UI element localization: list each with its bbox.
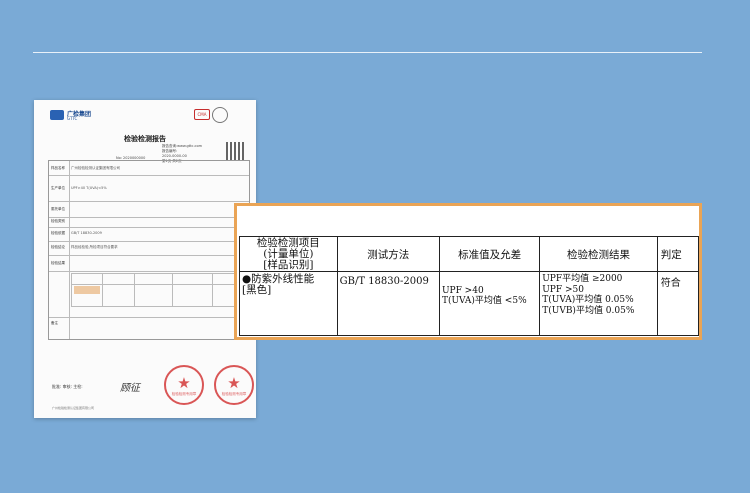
inspection-report-page: 广检集团 GTTC CMA 检验检测报告 报告查询:www.gttc.com 报…	[34, 100, 256, 418]
text-method: GB/T 18830-2009	[71, 231, 102, 235]
cell-result: UPF平均值 ≥2000 UPF >50 T(UVA)平均值 0.05% T(U…	[539, 271, 658, 336]
cell-method: GB/T 18830-2009	[336, 271, 440, 336]
highlighted-row	[74, 286, 100, 294]
text-org: 广州检验检测认证集团有限公司	[71, 166, 120, 170]
label-category: 检验类别	[51, 219, 65, 223]
signature-labels: 批准: 审核: 主检:	[52, 384, 83, 389]
qr-code-icon	[226, 142, 244, 160]
logo-sub: GTTC	[67, 116, 78, 121]
report-results-subtable	[71, 273, 248, 307]
header-method: 测试方法	[336, 236, 440, 272]
red-seal-stamp-icon: ★ 检验检测专用章	[214, 365, 254, 405]
red-seal-stamp-icon: ★ 检验检测专用章	[164, 365, 204, 405]
report-title: 检验检测报告	[124, 135, 166, 143]
table-row: ●防紫外线性能 [黑色] GB/T 18830-2009 UPF >40 T(U…	[239, 271, 699, 336]
header-standard: 标准值及允差	[438, 236, 541, 272]
header-item: 检验检测项目 (计量单位) [样品识别]	[239, 236, 338, 272]
results-table: 检验检测项目 (计量单位) [样品识别] 测试方法 标准值及允差 检验检测结果 判定…	[239, 236, 699, 336]
label-sample: 样品名称	[51, 166, 65, 170]
label-client: 委托单位	[51, 207, 65, 211]
cell-item: ●防紫外线性能 [黑色]	[239, 271, 338, 336]
gttc-logo-icon	[50, 110, 64, 120]
text-conclusion: 样品经检验,所检项目符合要求	[71, 245, 118, 249]
label-results: 检验结果	[51, 261, 65, 265]
label-conclusion: 检验结论	[51, 245, 65, 249]
label-basis: 检验依据	[51, 231, 65, 235]
report-footer: 广州检验检测认证集团有限公司	[52, 406, 95, 410]
label-remark: 备注	[51, 321, 58, 325]
report-table: 样品名称 生产单位 委托单位 检验类别 检验依据 检验结论 检验结果 备注 广州…	[48, 160, 250, 340]
certification-seal-icon	[212, 107, 228, 123]
header-verdict: 判定	[656, 236, 699, 272]
header-result: 检验检测结果	[539, 236, 658, 272]
results-header-row: 检验检测项目 (计量单位) [样品识别] 测试方法 标准值及允差 检验检测结果 判定	[239, 236, 699, 272]
handwritten-signature: 顾征	[120, 383, 140, 394]
label-producer: 生产单位	[51, 186, 65, 190]
text-standard: UPF>40 T(UVA)<5%	[71, 186, 107, 190]
cell-verdict: 符合	[656, 271, 699, 336]
zoomed-results-table: 检验检测项目 (计量单位) [样品识别] 测试方法 标准值及允差 检验检测结果 判定…	[234, 203, 702, 340]
cma-cert-icon: CMA	[194, 109, 210, 120]
cell-standard: UPF >40 T(UVA)平均值 <5%	[438, 271, 541, 336]
